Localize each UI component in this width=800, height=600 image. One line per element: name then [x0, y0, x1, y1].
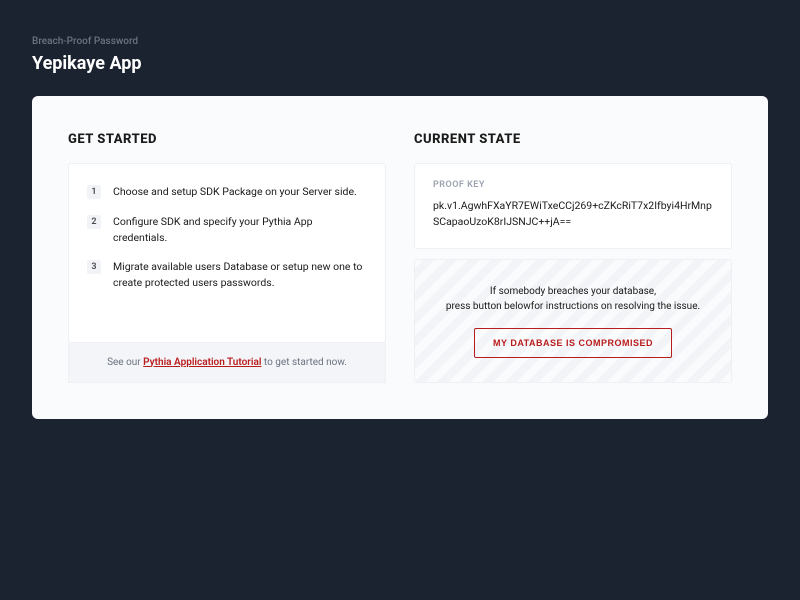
proof-key-box: PROOF KEY pk.v1.AgwhFXaYR7EWiTxeCCj269+c…: [414, 163, 732, 249]
breach-line-1: If somebody breaches your database,: [490, 286, 656, 297]
proof-key-value: pk.v1.AgwhFXaYR7EWiTxeCCj269+cZKcRiT7x2I…: [433, 198, 713, 230]
step-number: 2: [87, 215, 101, 229]
tutorial-link[interactable]: Pythia Application Tutorial: [143, 357, 261, 368]
step-item: 2 Configure SDK and specify your Pythia …: [87, 214, 367, 246]
tutorial-footer: See our Pythia Application Tutorial to g…: [68, 343, 386, 383]
get-started-heading: GET STARTED: [68, 132, 386, 147]
breach-box: If somebody breaches your database, pres…: [414, 259, 732, 383]
current-state-heading: CURRENT STATE: [414, 132, 732, 147]
page-subtitle: Breach-Proof Password: [32, 36, 768, 47]
current-state-column: CURRENT STATE PROOF KEY pk.v1.AgwhFXaYR7…: [414, 132, 732, 383]
breach-instructions: If somebody breaches your database, pres…: [446, 284, 700, 314]
page-title: Yepikaye App: [32, 53, 768, 74]
main-card: GET STARTED 1 Choose and setup SDK Packa…: [32, 96, 768, 419]
proof-key-label: PROOF KEY: [433, 180, 713, 190]
step-item: 3 Migrate available users Database or se…: [87, 259, 367, 291]
step-number: 3: [87, 260, 101, 274]
breach-line-2: press button belowfor instructions on re…: [446, 301, 700, 312]
steps-box: 1 Choose and setup SDK Package on your S…: [68, 163, 386, 343]
step-item: 1 Choose and setup SDK Package on your S…: [87, 184, 367, 200]
footer-suffix: to get started now.: [261, 357, 346, 368]
step-number: 1: [87, 185, 101, 199]
footer-prefix: See our: [107, 357, 143, 368]
step-text: Choose and setup SDK Package on your Ser…: [113, 184, 357, 200]
database-compromised-button[interactable]: MY DATABASE IS COMPROMISED: [474, 328, 672, 358]
step-text: Migrate available users Database or setu…: [113, 259, 367, 291]
get-started-column: GET STARTED 1 Choose and setup SDK Packa…: [68, 132, 386, 383]
step-text: Configure SDK and specify your Pythia Ap…: [113, 214, 367, 246]
